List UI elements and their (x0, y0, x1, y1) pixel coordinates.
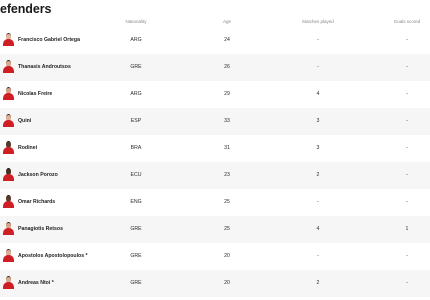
player-goals-scored: - (406, 91, 408, 97)
table-row[interactable]: Nicolas Freire ARG 29 4 - (0, 81, 430, 108)
player-goals-scored: - (406, 199, 408, 205)
table-row[interactable]: Thanasis Androutsos GRE 26 - - (0, 54, 430, 81)
player-nationality: GRE (130, 253, 142, 259)
player-goals-scored: - (406, 145, 408, 151)
player-goals-scored: - (406, 37, 408, 43)
player-age: 23 (224, 172, 230, 178)
player-avatar (3, 249, 14, 262)
player-matches-played: 3 (316, 118, 320, 124)
player-nationality: ARG (130, 37, 142, 43)
player-nationality: GRE (130, 64, 142, 70)
player-goals-scored: - (406, 64, 408, 70)
player-age: 26 (224, 64, 230, 70)
player-avatar (3, 114, 14, 127)
player-age: 25 (224, 199, 230, 205)
player-name[interactable]: Andreas Ntoi * (18, 280, 54, 286)
player-age: 31 (224, 145, 230, 151)
table-row[interactable]: Jackson Porozo ECU 23 2 - (0, 162, 430, 189)
players-table: Francisco Gabriel Ortega ARG 24 - - Than… (0, 27, 430, 297)
player-matches-played: - (317, 199, 319, 205)
player-avatar (3, 141, 14, 154)
player-goals-scored: - (406, 280, 408, 286)
player-avatar (3, 195, 14, 208)
player-goals-scored: - (406, 253, 408, 259)
player-nationality: BRA (130, 145, 142, 151)
player-name[interactable]: Rodinei (18, 145, 37, 151)
player-matches-played: 4 (316, 226, 320, 232)
player-nationality: GRE (130, 280, 142, 286)
player-nationality: ECU (130, 172, 142, 178)
player-avatar (3, 87, 14, 100)
table-row[interactable]: Rodinei BRA 31 3 - (0, 135, 430, 162)
player-age: 20 (224, 253, 230, 259)
player-name[interactable]: Jackson Porozo (18, 172, 58, 178)
player-name[interactable]: Panagiotis Retsos (18, 226, 63, 232)
player-avatar (3, 168, 14, 181)
column-header-matches-played[interactable]: Matches played (302, 19, 334, 24)
player-age: 25 (224, 226, 230, 232)
table-row[interactable]: Omar Richards ENG 25 - - (0, 189, 430, 216)
player-matches-played: - (317, 253, 319, 259)
table-header: Nationality Age Matches played Goals sco… (0, 17, 430, 26)
column-header-age[interactable]: Age (223, 19, 231, 24)
player-nationality: ESP (130, 118, 142, 124)
player-avatar (3, 276, 14, 289)
player-matches-played: - (317, 64, 319, 70)
player-name[interactable]: Apostolos Apostolopoulos * (18, 253, 88, 259)
player-name[interactable]: Francisco Gabriel Ortega (18, 37, 80, 43)
section-title: efenders (0, 2, 52, 16)
table-row[interactable]: Quini ESP 33 3 - (0, 108, 430, 135)
table-row[interactable]: Panagiotis Retsos GRE 25 4 1 (0, 216, 430, 243)
player-goals-scored: 1 (405, 226, 409, 232)
player-matches-played: - (317, 37, 319, 43)
column-header-nationality[interactable]: Nationality (125, 19, 146, 24)
table-row[interactable]: Francisco Gabriel Ortega ARG 24 - - (0, 27, 430, 54)
player-age: 29 (224, 91, 230, 97)
player-age: 33 (224, 118, 230, 124)
column-header-goals-scored[interactable]: Goals scored (394, 19, 421, 24)
table-row[interactable]: Andreas Ntoi * GRE 20 2 - (0, 270, 430, 297)
player-nationality: ARG (130, 91, 142, 97)
player-goals-scored: - (406, 118, 408, 124)
player-name[interactable]: Thanasis Androutsos (18, 64, 71, 70)
player-nationality: ENG (130, 199, 142, 205)
table-row[interactable]: Apostolos Apostolopoulos * GRE 20 - - (0, 243, 430, 270)
player-matches-played: 4 (316, 91, 320, 97)
player-name[interactable]: Nicolas Freire (18, 91, 52, 97)
player-avatar (3, 222, 14, 235)
player-age: 20 (224, 280, 230, 286)
player-age: 24 (224, 37, 230, 43)
player-name[interactable]: Omar Richards (18, 199, 55, 205)
player-nationality: GRE (130, 226, 142, 232)
player-goals-scored: - (406, 172, 408, 178)
player-name[interactable]: Quini (18, 118, 31, 124)
player-matches-played: 2 (316, 280, 320, 286)
player-avatar (3, 33, 14, 46)
player-avatar (3, 60, 14, 73)
player-matches-played: 3 (316, 145, 320, 151)
player-matches-played: 2 (316, 172, 320, 178)
